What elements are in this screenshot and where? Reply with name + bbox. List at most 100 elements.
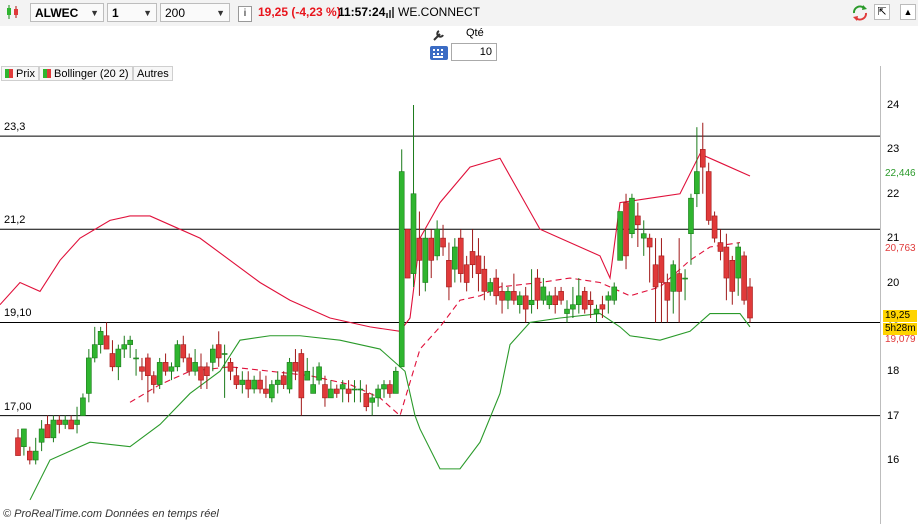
legend-item-autres[interactable]: Autres bbox=[133, 66, 173, 81]
candle-body bbox=[27, 450, 33, 461]
candle-body bbox=[446, 260, 452, 288]
candle-body bbox=[587, 299, 594, 305]
candle-body bbox=[463, 264, 470, 283]
candle-body bbox=[581, 291, 588, 310]
candle-body bbox=[168, 366, 175, 372]
candle-body bbox=[80, 397, 86, 416]
candle-body bbox=[505, 291, 511, 301]
period-dropdown[interactable]: 1 jour▼ bbox=[107, 3, 157, 39]
candle-body bbox=[133, 357, 139, 360]
candle-body bbox=[493, 277, 499, 297]
candle-body bbox=[440, 237, 446, 248]
symbol-dropdown[interactable]: ALWEC ▼ bbox=[30, 3, 104, 22]
candle-body bbox=[705, 171, 712, 221]
candle-body bbox=[375, 388, 381, 399]
qty-input[interactable]: 10 bbox=[451, 43, 497, 61]
candle-body bbox=[682, 277, 688, 280]
candle-body bbox=[97, 331, 104, 345]
candle-body bbox=[599, 304, 606, 310]
candle-body bbox=[233, 375, 240, 385]
candle-body bbox=[546, 295, 553, 305]
candle-body bbox=[139, 366, 145, 372]
info-icon[interactable]: i bbox=[238, 6, 252, 22]
connection-icon bbox=[385, 5, 395, 24]
candle-body bbox=[694, 171, 700, 195]
candle-body bbox=[469, 251, 476, 266]
axis-tick-label: 18 bbox=[887, 365, 900, 378]
axis-tick-label: 20 bbox=[887, 276, 900, 289]
candle-body bbox=[457, 237, 464, 274]
candle-body bbox=[245, 379, 252, 390]
price-tag: 19,25 bbox=[883, 309, 917, 322]
candle-body bbox=[516, 295, 523, 305]
chart-type-icon[interactable] bbox=[4, 3, 24, 22]
candle-body bbox=[239, 379, 246, 385]
candle-body bbox=[68, 419, 74, 430]
candle-body bbox=[292, 362, 299, 372]
candle-body bbox=[74, 419, 80, 425]
candle-body bbox=[487, 282, 494, 292]
scroll-up-icon[interactable]: ▲ bbox=[900, 4, 916, 20]
candle-body bbox=[86, 357, 92, 394]
candle-body bbox=[127, 339, 133, 345]
legend-label: Autres bbox=[137, 68, 169, 80]
candle-body bbox=[304, 370, 311, 381]
bollinger-swatch-icon bbox=[43, 69, 51, 78]
price-tag: 19,079 bbox=[885, 334, 916, 346]
refresh-icon[interactable] bbox=[850, 4, 870, 23]
candle-body bbox=[416, 237, 423, 261]
candle-body bbox=[670, 264, 677, 292]
footer-text: © ProRealTime.com Données en temps réel bbox=[3, 508, 219, 520]
symbol-label: ALWEC bbox=[35, 6, 79, 20]
candle-body bbox=[540, 286, 547, 301]
candle-body bbox=[511, 291, 517, 301]
legend-item-prix[interactable]: Prix bbox=[1, 66, 39, 81]
candle-body bbox=[387, 384, 393, 394]
candle-body bbox=[357, 388, 364, 391]
candle-body bbox=[44, 424, 51, 439]
candle-body bbox=[729, 260, 736, 292]
candle-body bbox=[310, 384, 316, 394]
candle-body bbox=[558, 291, 564, 301]
candle-body bbox=[198, 366, 204, 381]
legend-item-bollinger[interactable]: Bollinger (20 2) bbox=[39, 66, 133, 81]
candle-body bbox=[345, 388, 352, 394]
price-axis[interactable]: 242322212019181716 bbox=[880, 66, 918, 524]
candle-body bbox=[333, 388, 340, 394]
candle-body bbox=[452, 246, 458, 270]
candle-body bbox=[434, 228, 440, 257]
candle-body bbox=[150, 375, 157, 385]
candle-body bbox=[269, 384, 275, 399]
price-tag: 22,446 bbox=[885, 167, 916, 179]
candle-body bbox=[221, 353, 228, 355]
candle-body bbox=[103, 335, 110, 350]
price-chart[interactable] bbox=[0, 66, 880, 524]
candle-body bbox=[186, 357, 192, 372]
candle-body bbox=[735, 246, 741, 279]
units-dropdown[interactable]: 200 unités▼ bbox=[160, 3, 230, 39]
candle-body bbox=[21, 428, 27, 447]
candle-body bbox=[162, 362, 169, 372]
price-tag: 20,763 bbox=[885, 242, 916, 254]
candle-body bbox=[50, 419, 57, 439]
candle-body bbox=[363, 393, 370, 408]
exchange-label: WE.CONNECT bbox=[398, 5, 480, 19]
expand-icon[interactable]: ⇱ bbox=[874, 4, 890, 20]
candle-body bbox=[263, 388, 269, 394]
wrench-icon[interactable] bbox=[432, 28, 446, 42]
candle-body bbox=[56, 419, 63, 425]
candle-body bbox=[646, 237, 653, 248]
candle-body bbox=[298, 353, 305, 399]
candle-body bbox=[617, 211, 623, 261]
candle-body bbox=[398, 171, 405, 368]
candle-body bbox=[652, 264, 659, 288]
candle-body bbox=[747, 286, 753, 319]
candle-body bbox=[251, 379, 257, 390]
candle-body bbox=[658, 255, 665, 283]
candle-body bbox=[204, 366, 210, 376]
candle-body bbox=[499, 291, 505, 301]
calculator-icon[interactable] bbox=[430, 46, 448, 60]
candle-body bbox=[605, 295, 612, 301]
candle-body bbox=[428, 237, 435, 261]
candle-body bbox=[174, 344, 181, 368]
